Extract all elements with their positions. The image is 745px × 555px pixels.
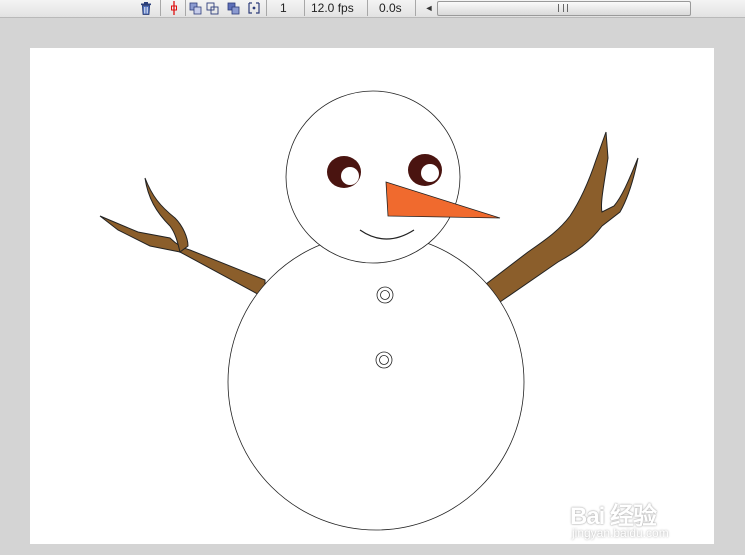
toolbar-divider xyxy=(367,0,368,16)
toolbar-divider xyxy=(266,0,267,16)
baidu-jingyan-watermark: Bai 经验 jingyan.baidu.com xyxy=(570,496,710,542)
scrollbar-grip-icon[interactable] xyxy=(558,4,568,12)
center-frame-icon[interactable] xyxy=(167,1,181,15)
edit-multiple-frames-icon[interactable] xyxy=(227,1,241,15)
onion-skin-outlines-icon[interactable] xyxy=(206,1,220,15)
snowman-body[interactable] xyxy=(227,233,525,531)
toolbar-divider xyxy=(185,0,186,16)
body-button-top-inner xyxy=(380,290,390,300)
toolbar-divider xyxy=(160,0,161,16)
toolbar-divider xyxy=(415,0,416,16)
modify-onion-markers-icon[interactable] xyxy=(247,1,261,15)
timeline-horizontal-scrollbar[interactable] xyxy=(437,1,691,16)
right-branch-arm[interactable] xyxy=(485,131,639,303)
elapsed-time-readout: 0.0s xyxy=(379,1,402,15)
scroll-left-arrow-icon[interactable]: ◄ xyxy=(424,1,434,15)
stage-pasteboard: Bai 经验 jingyan.baidu.com xyxy=(0,18,745,555)
toolbar-divider xyxy=(304,0,305,16)
right-eye-highlight xyxy=(421,164,439,182)
current-frame-readout[interactable]: 1 xyxy=(280,1,287,15)
frame-rate-readout[interactable]: 12.0 fps xyxy=(311,1,354,15)
left-eye-highlight xyxy=(341,167,359,185)
onion-skin-icon[interactable] xyxy=(189,1,203,15)
stage-canvas[interactable] xyxy=(30,48,714,544)
body-button-bottom-inner xyxy=(379,355,389,365)
timeline-toolbar: 1 12.0 fps 0.0s ◄ xyxy=(0,0,745,18)
trash-icon[interactable] xyxy=(139,1,153,15)
watermark-url: jingyan.baidu.com xyxy=(572,526,669,540)
